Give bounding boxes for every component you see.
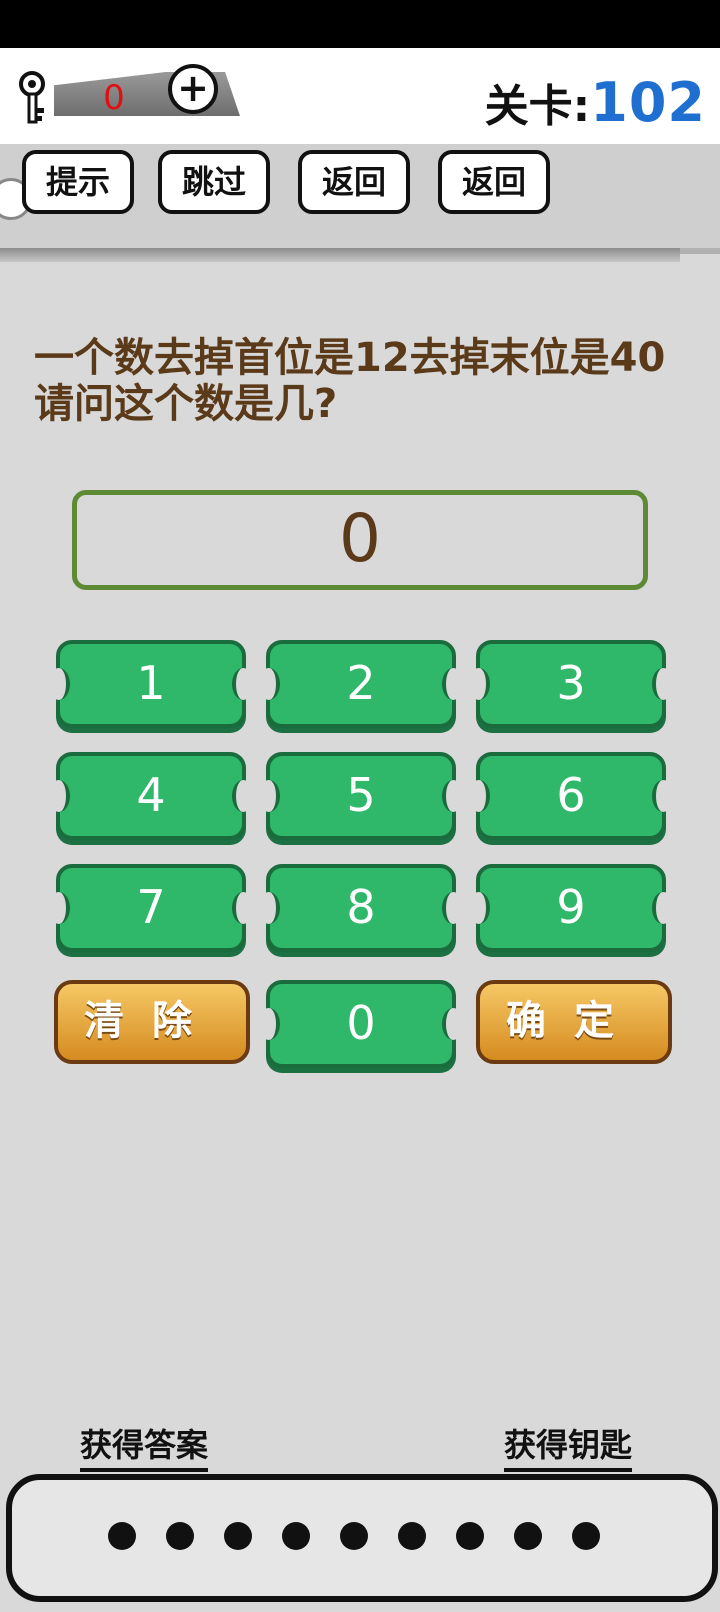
dot bbox=[282, 1522, 310, 1550]
dot bbox=[398, 1522, 426, 1550]
digit-button-1[interactable]: 1 bbox=[48, 640, 254, 728]
digit-button-0[interactable]: 0 bbox=[258, 980, 464, 1068]
digit-button-9[interactable]: 9 bbox=[468, 864, 674, 952]
skip-button[interactable]: 跳过 bbox=[158, 150, 270, 214]
answer-display: 0 bbox=[72, 490, 648, 590]
dot bbox=[456, 1522, 484, 1550]
level-label: 关卡: bbox=[484, 81, 591, 132]
hint-button[interactable]: 提示 bbox=[22, 150, 134, 214]
digit-button-8[interactable]: 8 bbox=[258, 864, 464, 952]
toolbar-shadow bbox=[0, 248, 680, 262]
add-key-button[interactable]: + bbox=[168, 64, 218, 114]
get-answer-link[interactable]: 获得答案 bbox=[80, 1420, 209, 1472]
back-button[interactable]: 返回 bbox=[298, 150, 410, 214]
dot bbox=[166, 1522, 194, 1550]
digit-button-7[interactable]: 7 bbox=[48, 864, 254, 952]
key-count: 0 bbox=[103, 78, 125, 118]
dot bbox=[514, 1522, 542, 1550]
digit-button-6[interactable]: 6 bbox=[468, 752, 674, 840]
loading-dots bbox=[108, 1522, 628, 1552]
back-button-2[interactable]: 返回 bbox=[438, 150, 550, 214]
dot bbox=[340, 1522, 368, 1550]
dot bbox=[224, 1522, 252, 1550]
dot bbox=[108, 1522, 136, 1550]
digit-button-4[interactable]: 4 bbox=[48, 752, 254, 840]
status-bar bbox=[0, 0, 720, 48]
key-icon bbox=[19, 71, 45, 124]
clear-button[interactable]: 清除 bbox=[54, 980, 250, 1064]
digit-button-3[interactable]: 3 bbox=[468, 640, 674, 728]
confirm-button[interactable]: 确定 bbox=[476, 980, 672, 1064]
digit-button-2[interactable]: 2 bbox=[258, 640, 464, 728]
key-counter: 0 + bbox=[14, 62, 244, 130]
dot bbox=[572, 1522, 600, 1550]
level-indicator: 关卡:102 bbox=[485, 70, 706, 134]
level-number: 102 bbox=[590, 71, 706, 134]
get-key-link[interactable]: 获得钥匙 bbox=[504, 1420, 633, 1472]
digit-button-5[interactable]: 5 bbox=[258, 752, 464, 840]
question-text: 一个数去掉首位是12去掉末位是40 请问这个数是几? bbox=[34, 335, 666, 427]
